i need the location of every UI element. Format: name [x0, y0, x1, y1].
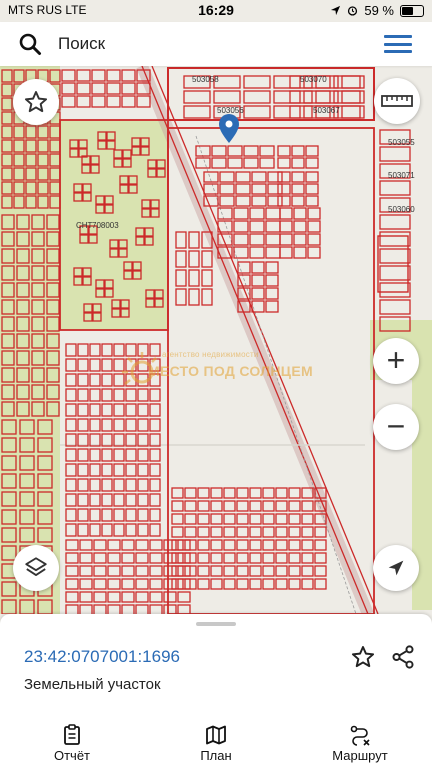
parcel-label: СНТ [76, 221, 93, 230]
search-icon[interactable] [18, 32, 42, 56]
measure-button[interactable] [374, 78, 420, 124]
menu-icon[interactable] [384, 35, 412, 53]
route-icon [350, 725, 370, 746]
map-plan-icon [206, 725, 226, 745]
report-icon [64, 724, 80, 745]
parcel-label: 503058 [192, 75, 219, 84]
status-right: 59 % [330, 3, 424, 18]
my-location-button[interactable] [373, 545, 419, 591]
ruler-icon [381, 95, 413, 107]
location-arrow-icon [331, 5, 341, 16]
parcel-label: 503071 [388, 171, 415, 180]
tab-route-label: Маршрут [332, 748, 388, 763]
parcel-label: 503067 [313, 106, 340, 115]
parcel-label: 503055 [388, 138, 415, 147]
tab-route[interactable]: Маршрут [310, 724, 410, 763]
layers-icon [25, 557, 47, 576]
watermark-title: МЕСТО ПОД СОЛНЦЕМ [148, 363, 313, 379]
parcel-label: 708003 [92, 221, 119, 230]
star-outline-icon [24, 91, 48, 113]
star-outline-icon [351, 646, 375, 668]
object-type: Земельный участок [24, 676, 161, 693]
bottom-tab-bar: Отчёт План Маршрут [0, 714, 432, 768]
zoom-in-button[interactable]: + [373, 338, 419, 384]
layers-button[interactable] [13, 545, 59, 591]
watermark-subtitle: агентство недвижимости [162, 350, 259, 359]
tab-report[interactable]: Отчёт [22, 724, 122, 763]
parcel-info-panel[interactable]: 23:42:0707001:1696 Земельный участок Отч… [0, 614, 432, 768]
search-input[interactable]: Поиск [58, 34, 105, 54]
navigation-arrow-icon [388, 560, 404, 576]
share-icon [392, 645, 414, 669]
alarm-icon [348, 6, 358, 16]
share-button[interactable] [390, 644, 416, 675]
minus-icon: − [386, 407, 406, 444]
status-bar: MTS RUS LTE 16:29 59 % [0, 0, 432, 22]
cadastral-map[interactable]: 503058 503070 503056 503067 503055 503071 5030… [0, 66, 432, 614]
battery-icon [400, 4, 424, 17]
zoom-out-button[interactable]: − [373, 404, 419, 450]
map-background [0, 66, 432, 614]
tab-report-label: Отчёт [53, 748, 91, 763]
plus-icon: + [386, 341, 406, 378]
favorite-button[interactable] [350, 644, 376, 675]
drag-handle[interactable] [196, 622, 236, 626]
parcel-label: 503070 [300, 75, 327, 84]
favorites-button[interactable] [13, 79, 59, 125]
parcel-label: 503056 [217, 106, 244, 115]
parcel-label: 503060 [388, 205, 415, 214]
search-bar[interactable]: Поиск [0, 22, 432, 66]
green-zone [0, 66, 60, 614]
agency-watermark: агентство недвижимости МЕСТО ПОД СОЛНЦЕМ [122, 350, 313, 395]
tab-plan[interactable]: План [166, 724, 266, 763]
tab-plan-label: План [200, 748, 232, 763]
cadastral-number[interactable]: 23:42:0707001:1696 [24, 647, 180, 667]
battery-percent: 59 % [364, 3, 394, 18]
